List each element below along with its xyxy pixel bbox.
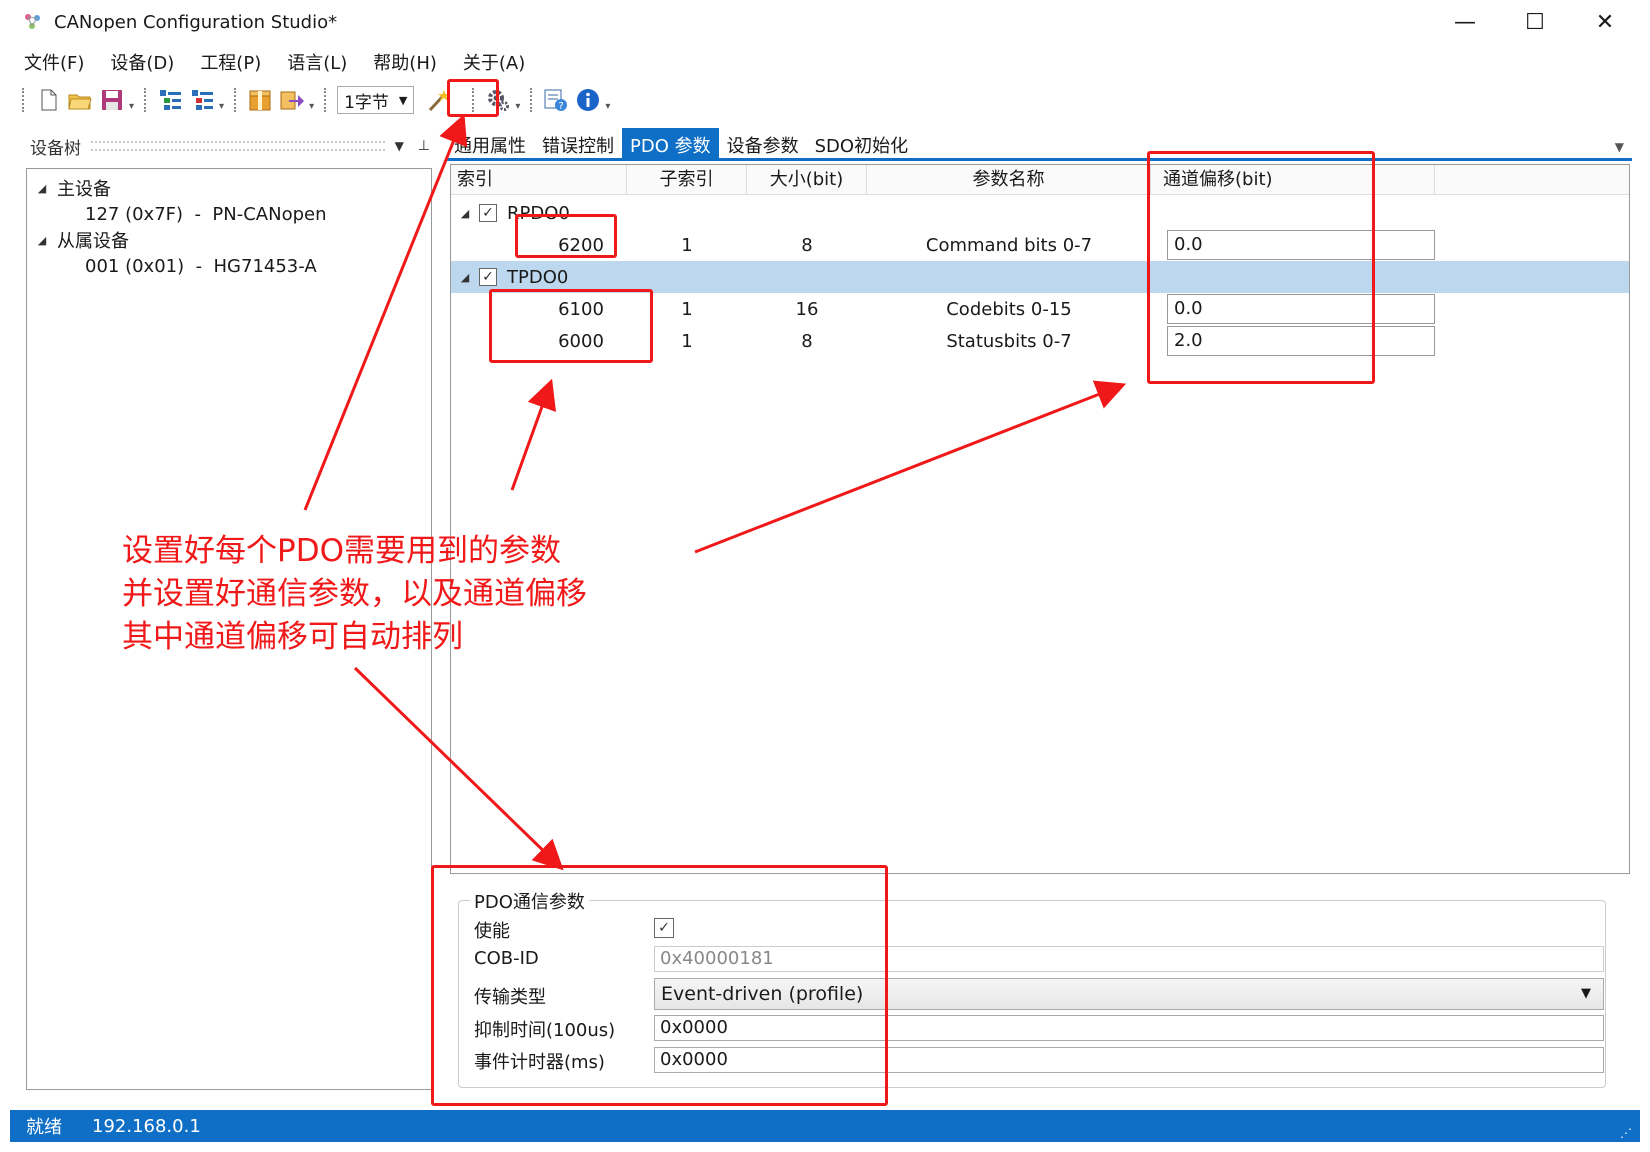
arrow-to-wand xyxy=(303,113,468,511)
annotation-line: 设置好每个PDO需要用到的参数 xyxy=(122,533,561,569)
arrow-to-pdo-comm xyxy=(353,666,564,871)
arrow-to-offset xyxy=(694,380,1127,554)
app-window: CANopen Configuration Studio* — ☐ ✕ 文件(F… xyxy=(0,0,1650,1152)
annotation-line: 其中通道偏移可自动排列 xyxy=(122,619,463,655)
annotation-text: 设置好每个PDO需要用到的参数 并设置好通信参数，以及通道偏移 其中通道偏移可自动排… xyxy=(122,530,587,659)
arrow-to-index xyxy=(510,378,557,491)
annotation-line: 并设置好通信参数，以及通道偏移 xyxy=(122,576,587,612)
